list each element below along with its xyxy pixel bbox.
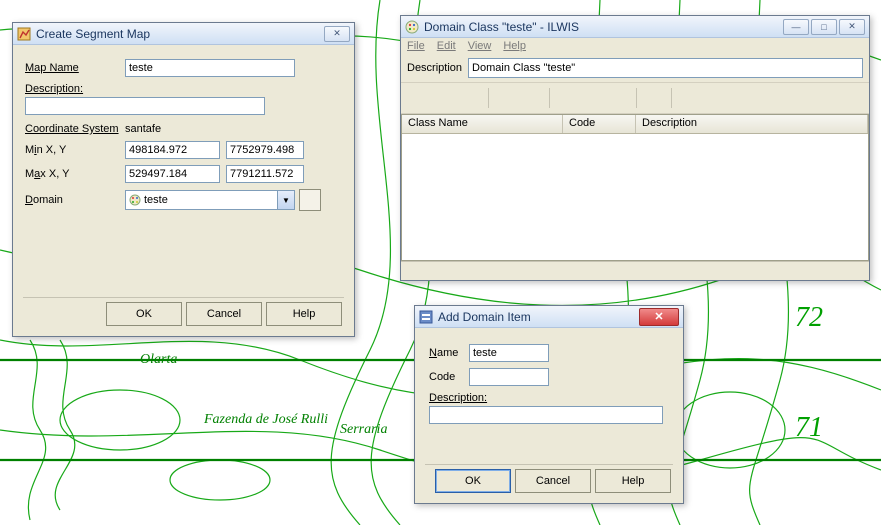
- ok-button[interactable]: OK: [435, 469, 511, 493]
- chevron-down-icon: ▼: [277, 191, 294, 209]
- tb-repr[interactable]: [459, 86, 483, 110]
- description-label: Description:: [429, 392, 487, 404]
- code-input[interactable]: [469, 368, 549, 386]
- description-label: Description: [407, 62, 462, 74]
- close-icon: ✕: [848, 21, 856, 32]
- titlebar[interactable]: Domain Class "teste" - ILWIS ― □ ✕: [401, 16, 869, 38]
- help-button[interactable]: Help: [266, 302, 342, 326]
- cancel-button[interactable]: Cancel: [186, 302, 262, 326]
- domain-label: Domain: [25, 194, 125, 206]
- close-icon: ✕: [333, 28, 341, 39]
- map-gridnum-71: 71: [795, 412, 823, 444]
- map-label-fazenda: Fazenda de José Rulli: [204, 412, 328, 428]
- min-x-input[interactable]: [125, 141, 220, 159]
- description-label: Description:: [25, 83, 83, 95]
- close-button[interactable]: ✕: [639, 308, 679, 326]
- create-segment-map-window: Create Segment Map ✕ Map Name Descriptio…: [12, 22, 355, 337]
- coord-sys-value: santafe: [125, 123, 161, 135]
- tb-sort-az[interactable]: AZ: [555, 86, 579, 110]
- window-title: Create Segment Map: [36, 27, 322, 41]
- close-icon: ✕: [654, 310, 663, 323]
- minimize-icon: ―: [792, 22, 801, 32]
- close-button[interactable]: ✕: [839, 19, 865, 35]
- help-button[interactable]: Help: [595, 469, 671, 493]
- menu-file[interactable]: File: [407, 40, 425, 52]
- maximize-icon: □: [821, 22, 826, 32]
- create-domain-button[interactable]: [299, 189, 321, 211]
- min-y-input[interactable]: [226, 141, 304, 159]
- tb-sort-manual[interactable]: [607, 86, 631, 110]
- tb-print[interactable]: [677, 86, 701, 110]
- code-label: Code: [429, 371, 469, 383]
- coord-sys-label: Coordinate System: [25, 123, 125, 135]
- tb-sort-za[interactable]: az: [581, 86, 605, 110]
- palette-icon: [129, 194, 141, 206]
- titlebar[interactable]: Add Domain Item ✕: [415, 306, 683, 328]
- menu-view[interactable]: View: [468, 40, 492, 52]
- palette-icon: [405, 20, 419, 34]
- tb-paste[interactable]: [520, 86, 544, 110]
- titlebar[interactable]: Create Segment Map ✕: [13, 23, 354, 45]
- tb-edit[interactable]: [407, 86, 431, 110]
- minxy-label: Min X, Y: [25, 144, 125, 156]
- close-button[interactable]: ✕: [324, 26, 350, 42]
- tb-copy[interactable]: [494, 86, 518, 110]
- col-description[interactable]: Description: [636, 115, 868, 133]
- minimize-button[interactable]: ―: [783, 19, 809, 35]
- tb-representation[interactable]: [642, 86, 666, 110]
- description-input[interactable]: [429, 406, 663, 424]
- map-gridnum-72: 72: [795, 302, 823, 334]
- maxxy-label: Max X, Y: [25, 168, 125, 180]
- ok-button[interactable]: OK: [106, 302, 182, 326]
- name-input[interactable]: [469, 344, 549, 362]
- domain-value: teste: [144, 194, 277, 206]
- segment-map-icon: [17, 27, 31, 41]
- map-name-input[interactable]: [125, 59, 295, 77]
- add-domain-item-window: Add Domain Item ✕ Name Code Description:…: [414, 305, 684, 504]
- map-label-serraria: Serraria: [340, 422, 387, 438]
- description-input[interactable]: [468, 58, 863, 78]
- name-label: Name: [429, 347, 469, 359]
- tb-colors[interactable]: [433, 86, 457, 110]
- menubar: File Edit View Help: [401, 38, 869, 54]
- dialog-icon: [419, 310, 433, 324]
- description-input[interactable]: [25, 97, 265, 115]
- map-label-olarta: Olarta: [140, 352, 177, 368]
- col-code[interactable]: Code: [563, 115, 636, 133]
- toolbar: AZ az: [401, 82, 869, 114]
- col-class-name[interactable]: Class Name: [402, 115, 563, 133]
- maximize-button[interactable]: □: [811, 19, 837, 35]
- domain-class-window: Domain Class "teste" - ILWIS ― □ ✕ File …: [400, 15, 870, 281]
- max-y-input[interactable]: [226, 165, 304, 183]
- window-title: Add Domain Item: [438, 310, 639, 324]
- menu-help[interactable]: Help: [503, 40, 526, 52]
- menu-edit[interactable]: Edit: [437, 40, 456, 52]
- statusbar: [401, 261, 869, 280]
- map-name-label: Map Name: [25, 62, 125, 74]
- domain-dropdown[interactable]: teste ▼: [125, 190, 295, 210]
- max-x-input[interactable]: [125, 165, 220, 183]
- window-title: Domain Class "teste" - ILWIS: [424, 20, 781, 34]
- domain-items-grid[interactable]: Class Name Code Description: [401, 114, 869, 261]
- cancel-button[interactable]: Cancel: [515, 469, 591, 493]
